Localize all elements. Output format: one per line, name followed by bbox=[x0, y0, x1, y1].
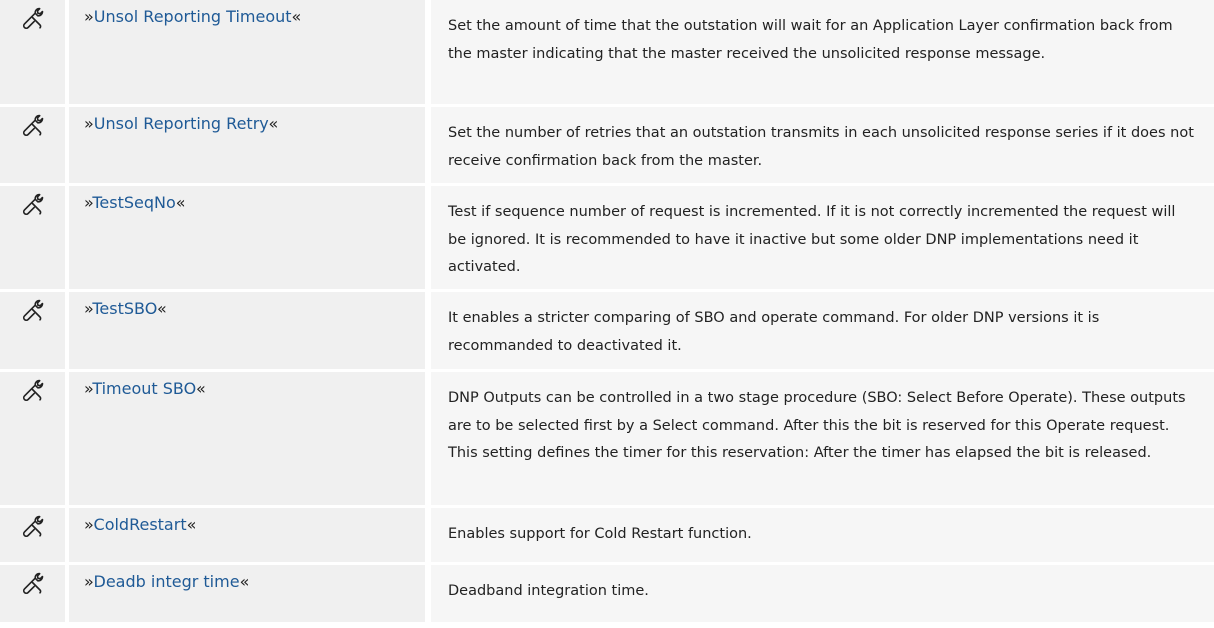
table-row: »ColdRestart« Enables support for Cold R… bbox=[0, 508, 1214, 565]
wrench-icon bbox=[21, 6, 45, 30]
parameter-description: It enables a stricter comparing of SBO a… bbox=[431, 292, 1214, 369]
parameter-name-cell: »ColdRestart« bbox=[69, 508, 425, 562]
table-row: »Unsol Reporting Retry« Set the number o… bbox=[0, 107, 1214, 186]
parameter-description: Test if sequence number of request is in… bbox=[431, 186, 1214, 289]
table-row: »Timeout SBO« DNP Outputs can be control… bbox=[0, 372, 1214, 508]
wrench-icon bbox=[21, 192, 45, 216]
parameter-link[interactable]: TestSeqNo bbox=[92, 193, 175, 212]
icon-cell bbox=[0, 0, 65, 104]
icon-cell bbox=[0, 508, 65, 562]
parameter-name-cell: »Unsol Reporting Retry« bbox=[69, 107, 425, 183]
parameter-name-cell: »TestSeqNo« bbox=[69, 186, 425, 289]
parameter-link[interactable]: Unsol Reporting Timeout bbox=[94, 7, 292, 26]
parameter-description: Enables support for Cold Restart functio… bbox=[431, 508, 1214, 562]
parameter-link[interactable]: TestSBO bbox=[92, 299, 157, 318]
parameter-description: Deadband integration time. bbox=[431, 565, 1214, 622]
parameter-description: Set the amount of time that the outstati… bbox=[431, 0, 1214, 104]
parameter-table: »Unsol Reporting Timeout« Set the amount… bbox=[0, 0, 1214, 625]
table-row: »Deadb integr time« Deadband integration… bbox=[0, 565, 1214, 625]
icon-cell bbox=[0, 565, 65, 622]
wrench-icon bbox=[21, 514, 45, 538]
wrench-icon bbox=[21, 113, 45, 137]
parameter-link[interactable]: Deadb integr time bbox=[94, 572, 240, 591]
icon-cell bbox=[0, 186, 65, 289]
wrench-icon bbox=[21, 378, 45, 402]
parameter-link[interactable]: Timeout SBO bbox=[92, 379, 196, 398]
parameter-description: Set the number of retries that an outsta… bbox=[431, 107, 1214, 183]
parameter-link[interactable]: Unsol Reporting Retry bbox=[94, 114, 269, 133]
table-row: »TestSeqNo« Test if sequence number of r… bbox=[0, 186, 1214, 292]
icon-cell bbox=[0, 292, 65, 369]
wrench-icon bbox=[21, 298, 45, 322]
parameter-name-cell: »Timeout SBO« bbox=[69, 372, 425, 505]
parameter-description: DNP Outputs can be controlled in a two s… bbox=[431, 372, 1214, 505]
parameter-name-cell: »Unsol Reporting Timeout« bbox=[69, 0, 425, 104]
icon-cell bbox=[0, 107, 65, 183]
parameter-name-cell: »Deadb integr time« bbox=[69, 565, 425, 622]
table-row: »Unsol Reporting Timeout« Set the amount… bbox=[0, 0, 1214, 107]
table-row: »TestSBO« It enables a stricter comparin… bbox=[0, 292, 1214, 372]
parameter-link[interactable]: ColdRestart bbox=[94, 515, 187, 534]
wrench-icon bbox=[21, 571, 45, 595]
parameter-name-cell: »TestSBO« bbox=[69, 292, 425, 369]
icon-cell bbox=[0, 372, 65, 505]
